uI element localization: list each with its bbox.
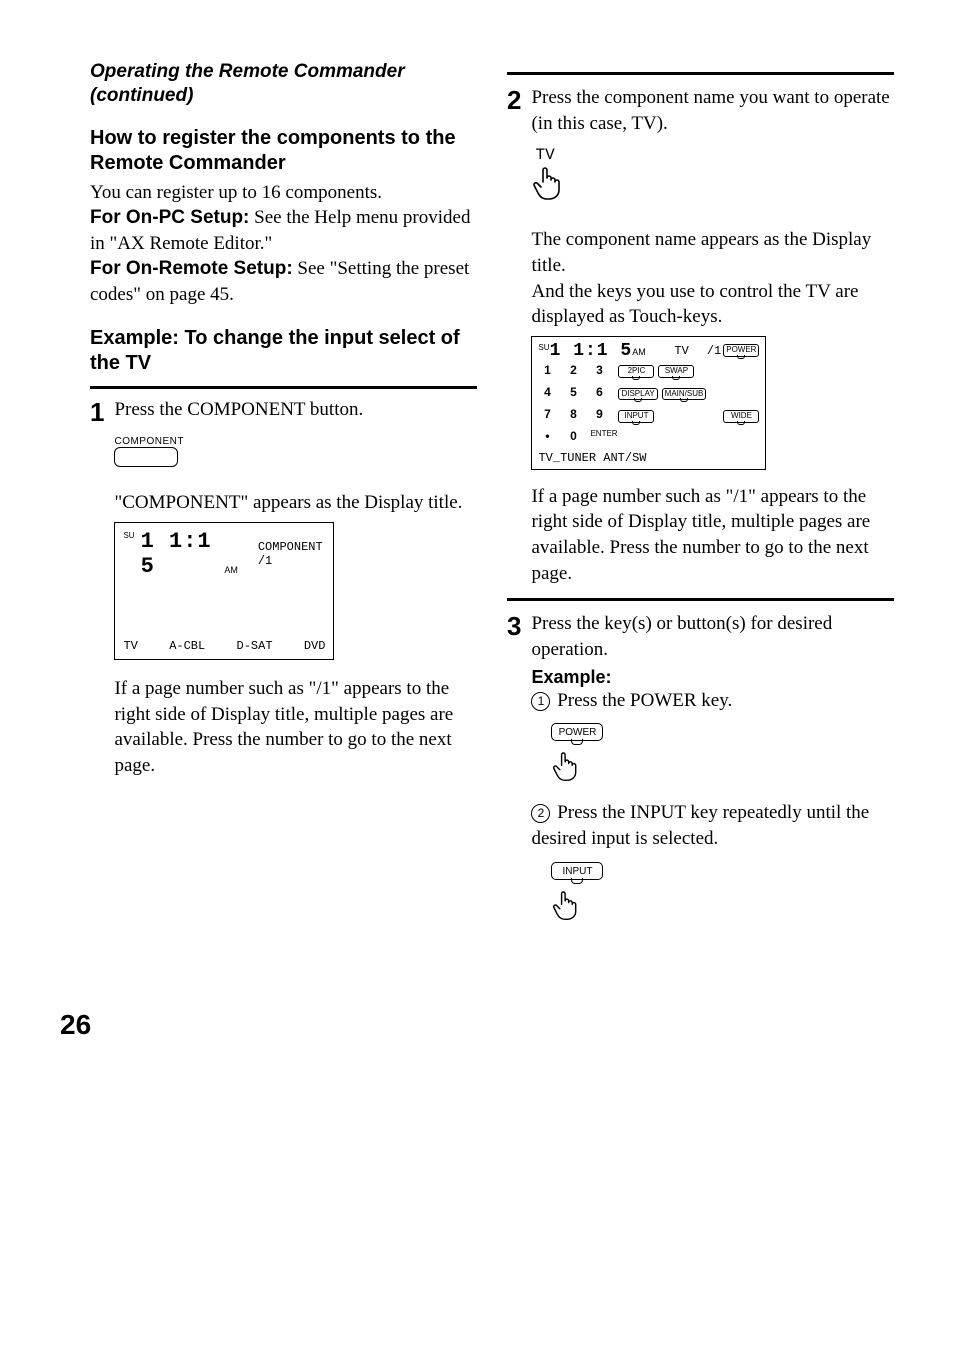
key-swap: SWAP [658,365,694,378]
step-3-text: Press the key(s) or button(s) for desire… [531,611,894,662]
lcd2-su: SU [538,343,549,352]
component-button-figure: COMPONENT [114,436,477,472]
lcd1-su: SU [123,531,134,540]
divider [507,72,894,75]
onpc-line: For On-PC Setup: See the Help menu provi… [90,205,477,256]
lcd2-clock: 1 1:1 5 [550,341,633,361]
lcd1-opt-tv: TV [123,639,137,653]
step-2-number: 2 [507,87,521,113]
num-3: 3 [590,363,608,381]
heading-example: Example: To change the input select of t… [90,326,477,376]
key-display: DISPLAY [618,388,657,401]
substep-1-text: Press the POWER key. [552,690,732,711]
circled-1-icon: 1 [531,692,550,711]
lcd2-page: /1 [707,344,721,358]
power-key-figure: POWER [551,723,894,790]
hand-pointer-icon [551,751,581,785]
num-1: 1 [538,363,556,381]
key-mainsub: MAIN/SUB [662,388,707,401]
step-1-text: Press the COMPONENT button. [114,397,477,423]
step-1-result: "COMPONENT" appears as the Display title… [114,490,477,516]
onremote-line: For On-Remote Setup: See "Setting the pr… [90,256,477,307]
lcd1-title: COMPONENT /1 [258,540,326,568]
register-intro: You can register up to 16 components. [90,180,477,206]
num-6: 6 [590,385,608,403]
divider [507,598,894,601]
power-key: POWER [551,723,603,741]
lcd1-clock: 1 1:1 5 [141,529,219,579]
key-2pic: 2PIC [618,365,654,378]
lcd2-power-key: POWER [723,344,759,357]
num-4: 4 [538,385,556,403]
num-2: 2 [564,363,582,381]
substep-2: 2 Press the INPUT key repeatedly until t… [531,800,894,851]
step-3-number: 3 [507,613,521,639]
num-5: 5 [564,385,582,403]
continued-title: Operating the Remote Commander (continue… [90,60,477,108]
hand-pointer-icon [531,166,565,204]
lcd-screen-1: SU 1 1:1 5 AM COMPONENT /1 TV A-CBL D-SA… [114,522,334,660]
lcd-screen-2: SU 1 1:1 5 AM TV /1 POWER 1 [531,336,766,470]
num-8: 8 [564,407,582,425]
key-wide: WIDE [723,410,759,423]
step-2-page-note: If a page number such as "/1" appears to… [531,484,894,587]
num-dot: • [538,429,556,447]
onremote-label: For On-Remote Setup: [90,258,293,279]
example-label: Example: [531,667,894,688]
component-button-icon [114,447,178,467]
key-input: INPUT [618,410,654,423]
heading-register: How to register the components to the Re… [90,126,477,176]
lcd1-opt-dsat: D-SAT [237,639,273,653]
onpc-label: For On-PC Setup: [90,207,249,228]
step-2-result-2: And the keys you use to control the TV a… [531,279,894,330]
step-2-result-1: The component name appears as the Displa… [531,227,894,278]
lcd1-opt-acbl: A-CBL [169,639,205,653]
lcd1-opt-dvd: DVD [304,639,326,653]
enter-label: ENTER [590,429,608,447]
lcd1-ampm: AM [224,565,238,575]
lcd2-numpad: 1 2 3 4 5 6 7 8 9 • 0 EN [538,363,608,447]
component-caption: COMPONENT [114,436,477,447]
num-9: 9 [590,407,608,425]
tv-touch-figure: TV [531,146,894,209]
hand-pointer-icon [551,890,581,924]
page-number: 26 [60,1009,894,1041]
lcd2-footer: TV_TUNER ANT/SW [538,451,759,465]
step-1-page-note: If a page number such as "/1" appears to… [114,676,477,779]
substep-2-text: Press the INPUT key repeatedly until the… [531,802,869,849]
num-0: 0 [564,429,582,447]
num-7: 7 [538,407,556,425]
lcd1-options: TV A-CBL D-SAT DVD [123,639,325,653]
input-key-figure: INPUT [551,862,894,929]
substep-1: 1 Press the POWER key. [531,688,894,714]
divider [90,386,477,389]
input-key: INPUT [551,862,603,880]
lcd2-ampm: AM [632,347,646,357]
tv-touch-label: TV [535,146,894,164]
step-2-text: Press the component name you want to ope… [531,85,894,136]
step-1-number: 1 [90,399,104,425]
circled-2-icon: 2 [531,804,550,823]
lcd2-title: TV [674,344,688,358]
